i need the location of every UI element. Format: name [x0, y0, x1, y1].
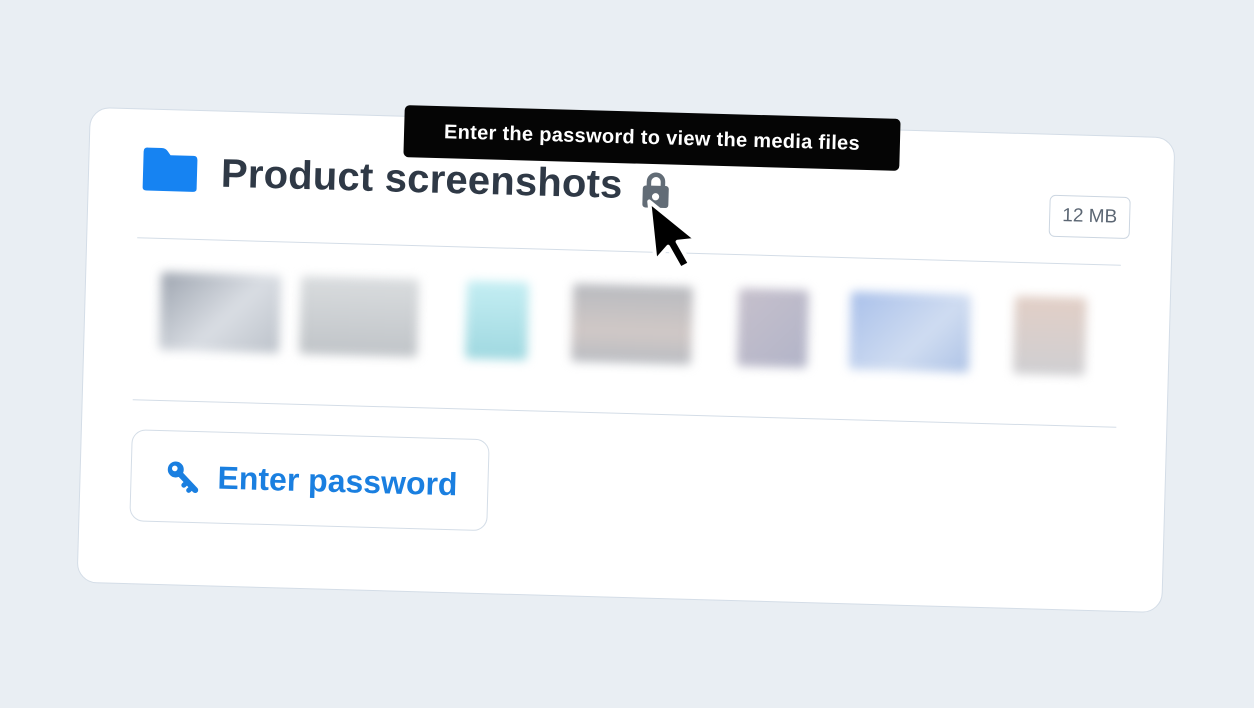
blurred-thumbnail — [159, 271, 282, 354]
top-divider — [137, 237, 1121, 266]
blurred-thumbnail — [848, 291, 971, 373]
folder-icon — [142, 147, 198, 192]
blurred-thumbnail — [464, 280, 530, 361]
blurred-thumbnail — [736, 288, 810, 369]
blurred-thumbnail — [570, 283, 694, 365]
folder-size-badge: 12 MB — [1048, 194, 1131, 240]
blurred-thumbnail — [299, 275, 420, 358]
blurred-thumbnails — [159, 260, 1101, 386]
mouse-pointer-icon — [647, 199, 699, 271]
bottom-divider — [132, 399, 1117, 428]
blurred-thumbnail — [1012, 295, 1087, 376]
enter-password-label: Enter password — [217, 459, 459, 502]
key-icon — [167, 461, 199, 494]
locked-folder-card: Product screenshots 12 MB Enter password — [76, 106, 1176, 614]
enter-password-button[interactable]: Enter password — [129, 429, 490, 532]
